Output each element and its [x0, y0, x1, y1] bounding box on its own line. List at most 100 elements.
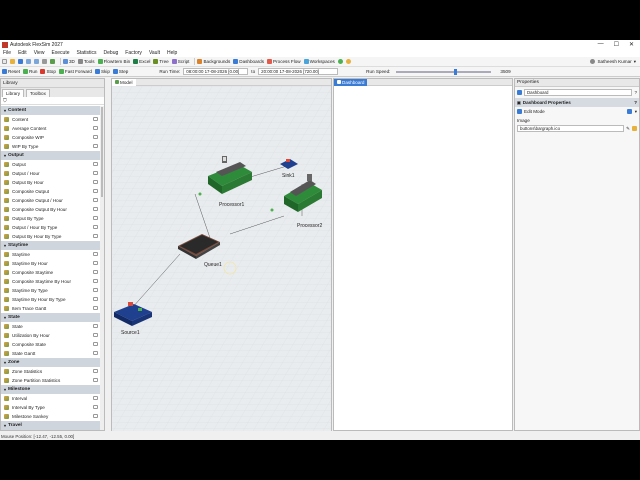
library-item[interactable]: Average Content: [1, 124, 100, 133]
library-item[interactable]: Interval By Type: [1, 403, 100, 412]
stop-button[interactable]: Stop: [40, 69, 56, 74]
skip-button[interactable]: Skip: [94, 69, 110, 74]
dashboard-widget-icon: [4, 369, 9, 374]
tab-library[interactable]: Library: [2, 89, 25, 97]
library-item[interactable]: Staytime By Hour: [1, 259, 100, 268]
minimize-button[interactable]: —: [598, 41, 604, 48]
library-item[interactable]: Zone Partition Statistics: [1, 376, 100, 385]
library-item[interactable]: Composite Output By Hour: [1, 205, 100, 214]
maximize-button[interactable]: ☐: [614, 41, 619, 48]
menu-factory[interactable]: Factory: [125, 50, 142, 56]
library-item[interactable]: State Gantt: [1, 349, 100, 358]
library-item[interactable]: Output By Hour: [1, 178, 100, 187]
library-item[interactable]: Composite Staytime: [1, 268, 100, 277]
menu-view[interactable]: View: [34, 50, 45, 56]
help-icon[interactable]: ?: [634, 90, 637, 95]
backgrounds-button[interactable]: Backgrounds: [197, 59, 230, 64]
status-ok-button[interactable]: [337, 59, 343, 64]
menu-vault[interactable]: Vault: [149, 50, 160, 56]
menu-help[interactable]: Help: [167, 50, 177, 56]
library-category-state[interactable]: ▾ State: [1, 313, 100, 322]
close-button[interactable]: ✕: [629, 41, 634, 48]
save-icon[interactable]: [626, 108, 632, 114]
chart-template-icon: [93, 162, 98, 166]
library-category-zone[interactable]: ▾ Zone: [1, 358, 100, 367]
3d-button[interactable]: 3D: [63, 59, 75, 64]
library-item[interactable]: Output By Hour By Type: [1, 232, 100, 241]
fast-forward-button[interactable]: Fast Forward: [58, 69, 92, 74]
library-item[interactable]: Utilization By Hour: [1, 331, 100, 340]
feedback-button[interactable]: [345, 59, 351, 64]
library-item[interactable]: Output: [1, 160, 100, 169]
library-item[interactable]: Output / Hour By Type: [1, 223, 100, 232]
dashboard-canvas[interactable]: [334, 86, 512, 430]
undo-button[interactable]: [26, 59, 31, 64]
model-3d-scene[interactable]: Source1 Queue1 Processor1 Processor2 Sin…: [112, 86, 331, 431]
image-path-field[interactable]: buttons\bargraph.ico: [517, 125, 625, 132]
library-scrollbar[interactable]: [100, 106, 104, 430]
library-item[interactable]: Composite Output / Hour: [1, 196, 100, 205]
dashboard-properties-header[interactable]: ▣ Dashboard Properties ?: [515, 98, 639, 107]
chevron-down-icon[interactable]: ▾: [635, 109, 637, 115]
run-end-field[interactable]: 20:00:00 17-08-2026 [720.00]: [258, 68, 339, 75]
3d-model-canvas[interactable]: Source1 Queue1 Processor1 Processor2 Sin…: [112, 86, 331, 431]
folder-icon[interactable]: [632, 126, 637, 131]
user-account[interactable]: Satheesh Kumar ▾: [590, 59, 640, 65]
model-layout-button[interactable]: [50, 59, 55, 64]
flowitem-bin-button[interactable]: FlowItem Bin: [97, 59, 130, 64]
open-button[interactable]: [10, 59, 15, 64]
help-icon[interactable]: ?: [634, 100, 637, 105]
library-filter[interactable]: ⛉: [1, 97, 104, 105]
run-speed-slider[interactable]: [396, 68, 492, 75]
reset-button[interactable]: Reset: [2, 69, 20, 74]
script-button[interactable]: Script: [171, 59, 189, 64]
workspaces-button[interactable]: Workspaces: [303, 59, 335, 64]
library-item[interactable]: Composite State: [1, 340, 100, 349]
menu-debug[interactable]: Debug: [104, 50, 119, 56]
process-flow-button[interactable]: Process Flow: [267, 59, 301, 64]
library-item[interactable]: Staytime By Type: [1, 286, 100, 295]
library-item[interactable]: Composite Output: [1, 187, 100, 196]
library-category-travel[interactable]: ▾ Travel: [1, 421, 100, 430]
step-button[interactable]: Step: [112, 69, 128, 74]
save-button[interactable]: [18, 59, 23, 64]
excel-button[interactable]: Excel: [133, 59, 150, 64]
library-item[interactable]: WIP By Type: [1, 142, 100, 151]
run-button[interactable]: Run: [23, 69, 37, 74]
library-item[interactable]: Zone Statistics: [1, 367, 100, 376]
library-item[interactable]: Item Trace Gantt: [1, 304, 100, 313]
menu-edit[interactable]: Edit: [18, 50, 27, 56]
library-item[interactable]: Staytime: [1, 250, 100, 259]
library-item[interactable]: Interval: [1, 394, 100, 403]
tab-toolbox[interactable]: Toolbox: [26, 89, 50, 97]
library-item[interactable]: Output / Hour: [1, 169, 100, 178]
tools-button[interactable]: Tools: [77, 59, 95, 64]
menu-statistics[interactable]: Statistics: [77, 50, 97, 56]
library-item[interactable]: Composite WIP: [1, 133, 100, 142]
library-item[interactable]: State: [1, 322, 100, 331]
library-item[interactable]: Output By Type: [1, 214, 100, 223]
edit-mode-checkbox[interactable]: [517, 109, 522, 114]
slider-knob[interactable]: [454, 68, 458, 75]
new-model-button[interactable]: [2, 59, 7, 64]
library-category-milestone[interactable]: ▾ Milestone: [1, 385, 100, 394]
library-item[interactable]: Content: [1, 115, 100, 124]
menu-execute[interactable]: Execute: [51, 50, 69, 56]
tab-model[interactable]: Model: [112, 78, 136, 86]
library-item[interactable]: Staytime By Hour By Type: [1, 295, 100, 304]
library-category-content[interactable]: ▾ Content: [1, 106, 100, 115]
library-category-staytime[interactable]: ▾ Staytime: [1, 241, 100, 250]
dashboards-button[interactable]: Dashboards: [233, 59, 264, 64]
object-name-field[interactable]: Dashboard: [524, 89, 633, 96]
eyedropper-icon[interactable]: ✎: [626, 126, 630, 132]
scrollbar-thumb[interactable]: [101, 107, 103, 197]
menu-file[interactable]: File: [3, 50, 11, 56]
redo-button[interactable]: [34, 59, 39, 64]
run-start-field[interactable]: 08:00:00 17-08-2026 [0.00]: [183, 68, 249, 75]
connect-button[interactable]: [42, 59, 47, 64]
tab-dashboard[interactable]: Dashboard: [334, 78, 368, 86]
library-item[interactable]: Composite Staytime By Hour: [1, 277, 100, 286]
tree-button[interactable]: Tree: [153, 59, 169, 64]
library-category-output[interactable]: ▾ Output: [1, 151, 100, 160]
library-item[interactable]: Milestone Sankey: [1, 412, 100, 421]
